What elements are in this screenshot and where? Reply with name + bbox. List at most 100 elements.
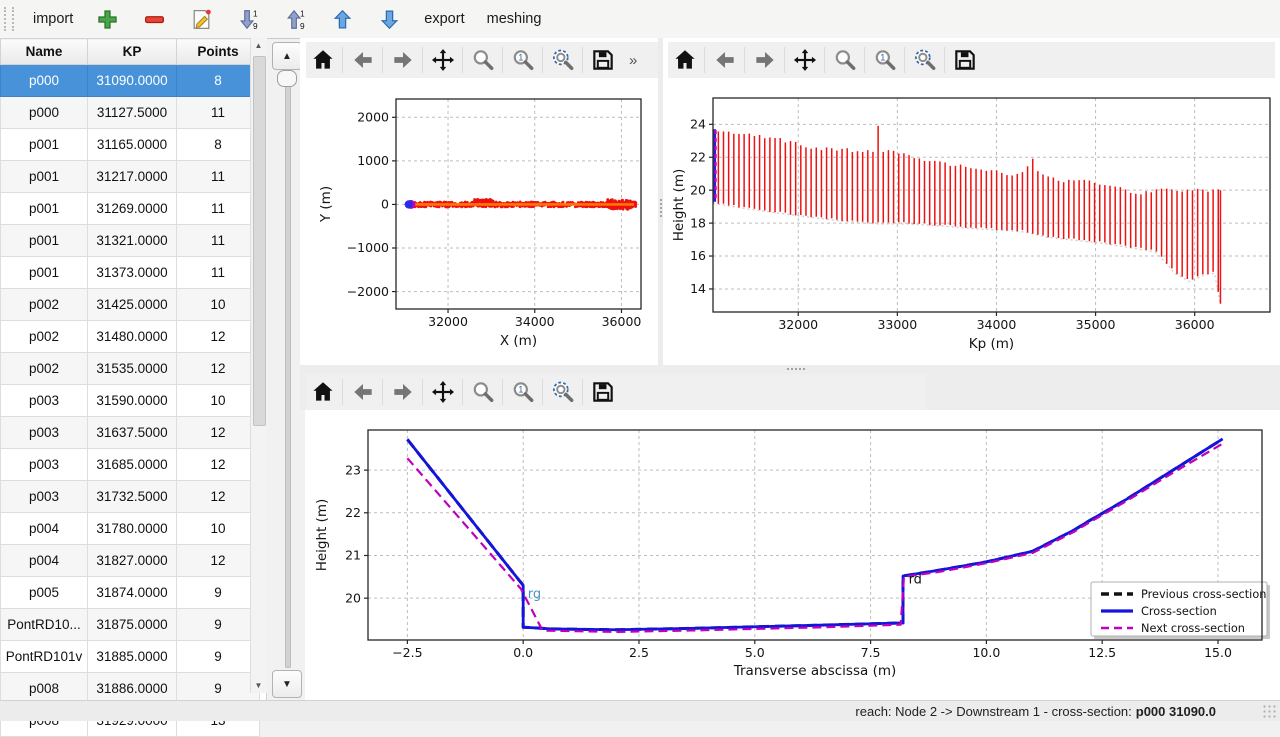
table-cell[interactable]: 31321.0000 <box>88 225 177 257</box>
sort-descending-button[interactable]: 19 <box>229 4 268 34</box>
table-cell[interactable]: 31875.0000 <box>88 609 177 641</box>
table-cell[interactable]: 31732.5000 <box>88 481 177 513</box>
table-cell[interactable]: PontRD101v <box>1 641 88 673</box>
table-cell[interactable]: 12 <box>177 417 260 449</box>
table-cell[interactable]: 11 <box>177 225 260 257</box>
table-row[interactable]: p00431780.000010 <box>1 513 260 545</box>
table-cell[interactable]: 31874.0000 <box>88 577 177 609</box>
table-cell[interactable]: 9 <box>177 641 260 673</box>
table-cell[interactable]: p005 <box>1 577 88 609</box>
table-cell[interactable]: 31217.0000 <box>88 161 177 193</box>
table-cell[interactable]: 31827.0000 <box>88 545 177 577</box>
table-cell[interactable]: p002 <box>1 321 88 353</box>
plan-view-plot[interactable]: 320003400036000200010000−1000−2000X (m)Y… <box>305 78 659 368</box>
forward-button[interactable] <box>386 44 419 76</box>
table-cell[interactable]: 11 <box>177 257 260 289</box>
zoom-original-button[interactable]: 1 <box>868 44 901 76</box>
table-cell[interactable]: 31590.0000 <box>88 385 177 417</box>
table-row[interactable]: p00131165.00008 <box>1 129 260 161</box>
horizontal-splitter[interactable] <box>300 365 1280 372</box>
table-row[interactable]: p00431827.000012 <box>1 545 260 577</box>
table-cell[interactable]: 12 <box>177 545 260 577</box>
back-button[interactable] <box>708 44 741 76</box>
pan-button[interactable] <box>788 44 821 76</box>
zoom-fit-button[interactable] <box>546 44 579 76</box>
delete-cross-section-button[interactable] <box>135 4 174 34</box>
section-slider-thumb[interactable] <box>277 70 297 87</box>
table-cell[interactable]: 10 <box>177 289 260 321</box>
table-cell[interactable]: 8 <box>177 129 260 161</box>
table-cell[interactable]: p001 <box>1 193 88 225</box>
table-cell[interactable]: 31535.0000 <box>88 353 177 385</box>
resize-grip[interactable] <box>1262 704 1276 718</box>
forward-button[interactable] <box>748 44 781 76</box>
home-button[interactable] <box>668 44 701 76</box>
table-row[interactable]: p00331685.000012 <box>1 449 260 481</box>
pan-button[interactable] <box>426 376 459 408</box>
table-row[interactable]: p00531874.00009 <box>1 577 260 609</box>
table-cell[interactable]: 31637.5000 <box>88 417 177 449</box>
zoom-fit-button[interactable] <box>908 44 941 76</box>
table-cell[interactable]: 11 <box>177 97 260 129</box>
table-cell[interactable]: 31373.0000 <box>88 257 177 289</box>
table-row[interactable]: p00131321.000011 <box>1 225 260 257</box>
table-cell[interactable]: 9 <box>177 609 260 641</box>
table-cell[interactable]: 11 <box>177 193 260 225</box>
table-row[interactable]: p00231425.000010 <box>1 289 260 321</box>
zoom-button[interactable] <box>466 376 499 408</box>
table-row[interactable]: p00131373.000011 <box>1 257 260 289</box>
table-cell[interactable]: 10 <box>177 385 260 417</box>
toolbar-grip[interactable] <box>4 7 14 31</box>
import-button[interactable]: import <box>26 4 80 34</box>
table-cell[interactable]: p003 <box>1 449 88 481</box>
table-cell[interactable]: 9 <box>177 577 260 609</box>
table-row[interactable]: p00331590.000010 <box>1 385 260 417</box>
table-cell[interactable]: p004 <box>1 513 88 545</box>
table-cell[interactable]: p003 <box>1 481 88 513</box>
section-next-button[interactable]: ▼ <box>272 670 302 698</box>
zoom-fit-button[interactable] <box>546 376 579 408</box>
edit-cross-section-button[interactable] <box>182 4 221 34</box>
forward-button[interactable] <box>386 376 419 408</box>
section-slider-track[interactable] <box>285 72 291 668</box>
save-button[interactable] <box>586 376 619 408</box>
home-button[interactable] <box>306 44 339 76</box>
table-cell[interactable]: p001 <box>1 257 88 289</box>
table-cell[interactable]: p003 <box>1 385 88 417</box>
table-cell[interactable]: 12 <box>177 449 260 481</box>
column-header-kp[interactable]: KP <box>88 39 177 65</box>
table-cell[interactable]: p001 <box>1 129 88 161</box>
table-cell[interactable]: 12 <box>177 321 260 353</box>
table-cell[interactable]: 31269.0000 <box>88 193 177 225</box>
meshing-button[interactable]: meshing <box>480 4 549 34</box>
table-row[interactable]: p00031127.500011 <box>1 97 260 129</box>
table-scrollbar-thumb[interactable] <box>253 56 266 426</box>
table-cell[interactable]: 31127.5000 <box>88 97 177 129</box>
table-cell[interactable]: p002 <box>1 353 88 385</box>
back-button[interactable] <box>346 376 379 408</box>
table-cell[interactable]: p002 <box>1 289 88 321</box>
table-row[interactable]: p00331637.500012 <box>1 417 260 449</box>
table-row[interactable]: p00031090.00008 <box>1 65 260 97</box>
table-cell[interactable]: p003 <box>1 417 88 449</box>
table-cell[interactable]: 8 <box>177 65 260 97</box>
table-row[interactable]: p00231535.000012 <box>1 353 260 385</box>
table-row[interactable]: p00131217.000011 <box>1 161 260 193</box>
cross-section-plot[interactable]: rgrdPrevious cross-sectionCross-sectionN… <box>305 410 1280 700</box>
table-cell[interactable]: 31165.0000 <box>88 129 177 161</box>
table-cell[interactable]: 11 <box>177 161 260 193</box>
table-cell[interactable]: p001 <box>1 225 88 257</box>
table-cell[interactable]: 10 <box>177 513 260 545</box>
section-previous-button[interactable]: ▲ <box>272 42 302 70</box>
table-cell[interactable]: 12 <box>177 481 260 513</box>
table-cell[interactable]: 31425.0000 <box>88 289 177 321</box>
zoom-original-button[interactable]: 1 <box>506 44 539 76</box>
table-row[interactable]: p00231480.000012 <box>1 321 260 353</box>
longitudinal-profile-plot[interactable]: 3200033000340003500036000141618202224Kp … <box>663 78 1279 368</box>
add-cross-section-button[interactable] <box>88 4 127 34</box>
table-cell[interactable]: 12 <box>177 353 260 385</box>
table-cell[interactable]: p000 <box>1 97 88 129</box>
table-scrollbar[interactable]: ▲ ▼ <box>250 38 267 693</box>
table-cell[interactable]: p004 <box>1 545 88 577</box>
save-button[interactable] <box>586 44 619 76</box>
